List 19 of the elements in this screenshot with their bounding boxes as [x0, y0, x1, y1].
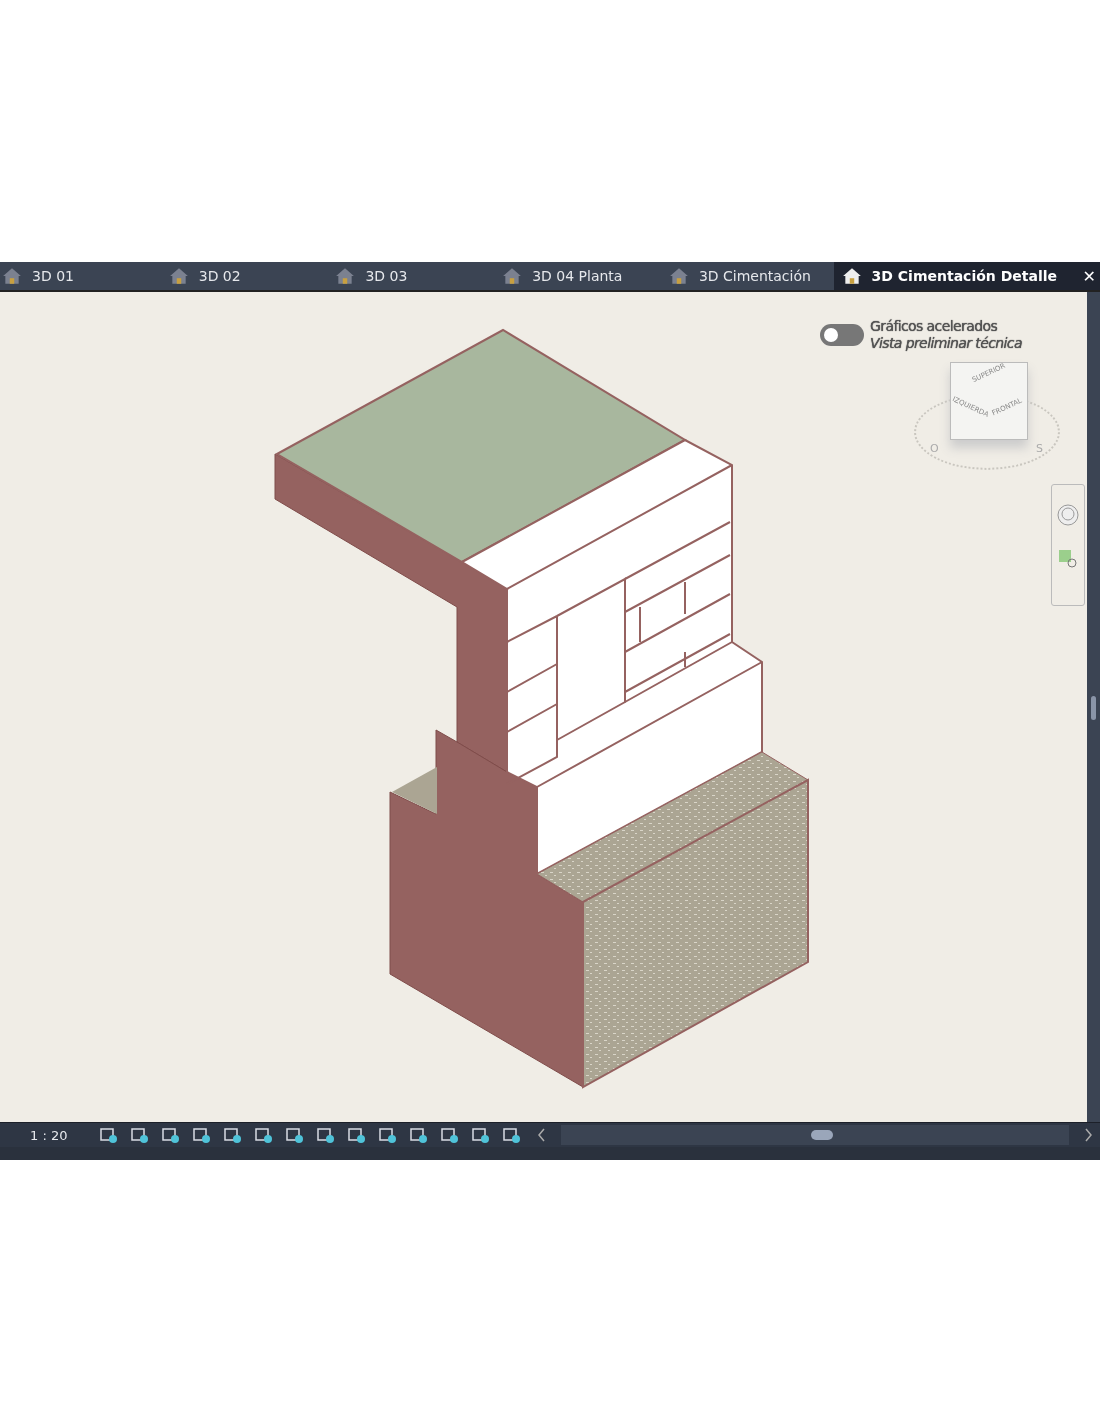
- horizontal-scrollbar[interactable]: [561, 1125, 1069, 1145]
- view-tab[interactable]: 3D 04 Planta: [500, 262, 667, 290]
- graphics-label: Gráficos acelerados: [870, 318, 999, 335]
- house-icon: [841, 267, 862, 285]
- house-icon: [502, 267, 523, 285]
- house-icon: [668, 267, 689, 285]
- view-tab[interactable]: 3D Cimentación: [666, 262, 834, 290]
- vertical-scrollbar[interactable]: [1087, 292, 1100, 1122]
- preview-label: Vista preliminar técnica: [870, 335, 1022, 352]
- house-icon: [335, 267, 356, 285]
- house-icon: [168, 267, 189, 285]
- view-tab[interactable]: 3D 03: [333, 262, 501, 290]
- close-button[interactable]: ✕: [1082, 266, 1096, 286]
- scale-label[interactable]: 1 : 20: [30, 1127, 68, 1143]
- view-tab[interactable]: 3D 02: [166, 262, 334, 290]
- view-tab[interactable]: 3D 01: [0, 262, 167, 290]
- house-icon: [2, 267, 22, 285]
- view-tab[interactable]: 3D Cimentación Detalle ✕: [833, 262, 1100, 290]
- toggle-switch[interactable]: [820, 324, 864, 346]
